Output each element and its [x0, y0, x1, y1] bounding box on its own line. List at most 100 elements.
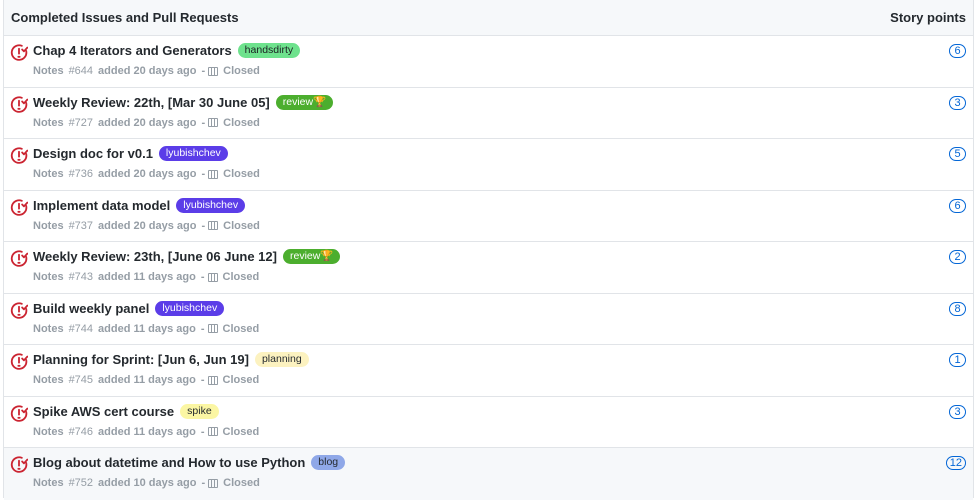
issue-number: #743: [68, 271, 94, 283]
issue-title-link[interactable]: Weekly Review: 22th, [Mar 30 June 05]: [33, 95, 270, 110]
story-points-badge: 1: [949, 353, 966, 367]
issue-title-link[interactable]: Planning for Sprint: [Jun 6, Jun 19]: [33, 352, 249, 367]
project-board-icon: [208, 478, 219, 488]
added-time: added 11 days ago: [98, 271, 196, 283]
issue-label[interactable]: lyubishchev: [155, 300, 225, 316]
separator: -: [200, 374, 205, 386]
added-time: added 20 days ago: [98, 219, 197, 232]
project-board-icon: [207, 427, 218, 436]
issue-meta: Notes #746 added 11 days ago - Closed: [33, 426, 264, 438]
issue-label[interactable]: lyubishchev: [176, 197, 246, 213]
issue-meta: Notes #644 added 20 days ago - Closed: [33, 65, 265, 77]
issue-number: #736: [68, 168, 94, 180]
project-board-icon: [207, 324, 218, 333]
issue-row[interactable]: Weekly Review: 23th, [June 06 June 12] r…: [4, 242, 973, 294]
issue-title-link[interactable]: Implement data model: [33, 198, 170, 213]
repo-name[interactable]: Notes: [33, 374, 64, 386]
issue-closed-icon: [10, 95, 28, 113]
issue-label[interactable]: spike: [180, 403, 219, 419]
repo-name[interactable]: Notes: [33, 117, 64, 129]
separator: -: [201, 116, 206, 129]
issue-title-link[interactable]: Blog about datetime and How to use Pytho…: [33, 455, 305, 470]
issue-number: #644: [68, 65, 94, 77]
issue-row[interactable]: Implement data model lyubishchev Notes #…: [4, 190, 973, 242]
issue-row[interactable]: Blog about datetime and How to use Pytho…: [4, 448, 973, 500]
separator: -: [201, 477, 206, 489]
issue-label[interactable]: lyubishchev: [158, 146, 228, 161]
story-points-badge: 8: [949, 301, 966, 316]
repo-name[interactable]: Notes: [33, 168, 64, 180]
story-points-badge: 6: [949, 198, 966, 213]
issue-label[interactable]: handsdirty: [237, 43, 301, 58]
story-points-badge: 5: [949, 147, 966, 161]
issue-row[interactable]: Design doc for v0.1 lyubishchev Notes #7…: [4, 139, 973, 191]
issue-title-link[interactable]: Build weekly panel: [33, 301, 149, 316]
repo-name[interactable]: Notes: [33, 65, 64, 77]
issue-title-line: Implement data model lyubishchev: [33, 197, 246, 213]
issue-number: #752: [68, 477, 94, 489]
issue-title-line: Weekly Review: 23th, [June 06 June 12] r…: [33, 249, 341, 264]
issue-title-line: Weekly Review: 22th, [Mar 30 June 05] re…: [33, 94, 334, 110]
issue-status: Closed: [223, 168, 260, 180]
issue-meta: Notes #744 added 11 days ago - Closed: [33, 323, 264, 335]
issue-title-link[interactable]: Weekly Review: 23th, [June 06 June 12]: [33, 249, 277, 264]
issue-meta: Notes #743 added 11 days ago - Closed: [33, 271, 264, 283]
issue-label[interactable]: planning: [254, 352, 309, 367]
issue-label[interactable]: review🏆: [275, 94, 334, 110]
issue-list: Chap 4 Iterators and Generators handsdir…: [4, 36, 973, 500]
issue-closed-icon: [10, 301, 28, 319]
issue-row[interactable]: Planning for Sprint: [Jun 6, Jun 19] pla…: [4, 345, 973, 397]
issue-status: Closed: [223, 219, 260, 232]
separator: -: [201, 219, 206, 232]
repo-name[interactable]: Notes: [33, 477, 64, 489]
repo-name[interactable]: Notes: [33, 220, 64, 232]
story-points-badge: 2: [949, 250, 966, 264]
issue-row[interactable]: Spike AWS cert course spike Notes #746 a…: [4, 396, 973, 448]
added-time: added 11 days ago: [98, 374, 196, 386]
issue-meta: Notes #737 added 20 days ago - Closed: [33, 220, 265, 232]
issue-title-line: Blog about datetime and How to use Pytho…: [33, 455, 346, 470]
issue-closed-icon: [10, 44, 28, 61]
issue-number: #737: [68, 219, 94, 232]
separator: -: [200, 425, 205, 438]
project-board-icon: [207, 272, 218, 282]
issue-row[interactable]: Build weekly panel lyubishchev Notes #74…: [4, 293, 973, 345]
issue-title-link[interactable]: Chap 4 Iterators and Generators: [33, 43, 232, 58]
separator: -: [200, 271, 205, 283]
added-time: added 20 days ago: [98, 65, 197, 77]
issue-meta: Notes #736 added 20 days ago - Closed: [33, 168, 265, 180]
issue-status: Closed: [223, 116, 260, 129]
added-time: added 11 days ago: [98, 425, 196, 438]
project-board-icon: [208, 221, 219, 230]
added-time: added 10 days ago: [98, 477, 197, 489]
panel-header: Completed Issues and Pull Requests Story…: [4, 0, 973, 36]
issue-title-link[interactable]: Design doc for v0.1: [33, 146, 153, 161]
issue-status: Closed: [222, 425, 260, 438]
repo-name[interactable]: Notes: [33, 271, 64, 283]
issue-number: #727: [68, 116, 94, 129]
issue-number: #744: [68, 322, 94, 335]
issue-number: #745: [68, 374, 94, 386]
issue-row[interactable]: Chap 4 Iterators and Generators handsdir…: [4, 36, 973, 88]
issue-closed-icon: [10, 198, 28, 216]
issue-closed-icon: [10, 404, 28, 422]
story-points-badge: 3: [949, 404, 966, 419]
issue-row[interactable]: Weekly Review: 22th, [Mar 30 June 05] re…: [4, 87, 973, 139]
issue-title-line: Chap 4 Iterators and Generators handsdir…: [33, 43, 301, 58]
project-board-icon: [208, 118, 219, 127]
completed-issues-panel: Completed Issues and Pull Requests Story…: [3, 0, 974, 500]
issue-title-line: Build weekly panel lyubishchev: [33, 300, 225, 316]
issue-status: Closed: [222, 271, 260, 283]
issue-label[interactable]: review🏆: [282, 249, 341, 264]
issue-title-link[interactable]: Spike AWS cert course: [33, 404, 174, 419]
issue-meta: Notes #752 added 10 days ago - Closed: [33, 477, 265, 489]
project-board-icon: [207, 375, 218, 385]
issue-title-line: Planning for Sprint: [Jun 6, Jun 19] pla…: [33, 352, 309, 367]
repo-name[interactable]: Notes: [33, 426, 64, 438]
issue-closed-icon: [10, 456, 28, 473]
added-time: added 11 days ago: [98, 322, 196, 335]
separator: -: [201, 168, 206, 180]
story-points-header: Story points: [890, 10, 966, 25]
issue-label[interactable]: blog: [311, 455, 346, 470]
repo-name[interactable]: Notes: [33, 323, 64, 335]
